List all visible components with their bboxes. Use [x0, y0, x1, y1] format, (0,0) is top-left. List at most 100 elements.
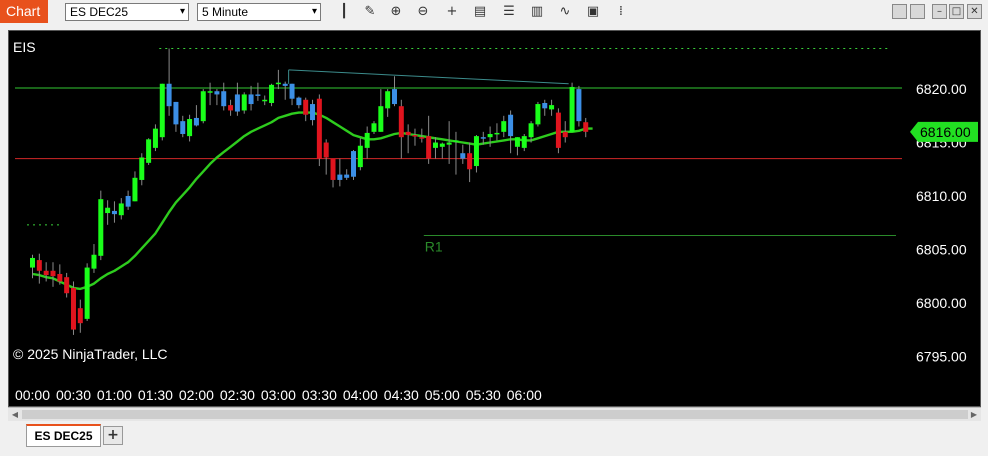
candle[interactable] [542, 99, 548, 116]
candle[interactable] [521, 133, 527, 152]
candle[interactable] [310, 99, 316, 126]
candle[interactable] [562, 121, 568, 143]
candle[interactable] [508, 110, 514, 154]
scroll-right-icon[interactable]: ▶ [968, 408, 980, 421]
candle[interactable] [316, 94, 322, 167]
trendline[interactable] [288, 69, 569, 85]
candle[interactable] [412, 128, 418, 146]
candle[interactable] [50, 262, 56, 287]
candle[interactable] [378, 89, 384, 132]
candle[interactable] [385, 89, 391, 117]
pencil-icon[interactable]: ✎ [361, 3, 379, 21]
scroll-thumb[interactable] [22, 410, 968, 419]
candle[interactable] [405, 124, 411, 154]
candle[interactable] [460, 144, 466, 164]
instrument-selector[interactable]: ES DEC25 ▾ [65, 3, 189, 21]
candle[interactable] [446, 121, 452, 164]
candle[interactable] [255, 82, 261, 101]
candle[interactable] [207, 82, 213, 106]
candle[interactable] [118, 198, 124, 220]
candle[interactable] [248, 85, 254, 111]
candle[interactable] [576, 85, 582, 127]
candle[interactable] [344, 169, 350, 180]
candle[interactable] [398, 99, 404, 159]
ema-line[interactable] [32, 111, 593, 291]
candle[interactable] [501, 115, 507, 138]
candle[interactable] [303, 97, 309, 122]
candle[interactable] [426, 115, 432, 164]
candle[interactable] [214, 89, 220, 106]
candle[interactable] [77, 299, 83, 333]
maximize-button[interactable]: □ [949, 4, 964, 19]
candle[interactable] [583, 117, 589, 138]
candle[interactable] [262, 95, 268, 106]
candle[interactable] [555, 108, 561, 154]
candle[interactable] [125, 190, 131, 210]
candle[interactable] [241, 92, 247, 114]
candle[interactable] [221, 82, 227, 111]
strategies-icon[interactable]: ∿ [556, 3, 574, 21]
candle[interactable] [439, 142, 445, 159]
grid-menu-icon[interactable]: ⁞ [612, 3, 630, 21]
candle[interactable] [146, 138, 152, 165]
candle[interactable] [193, 105, 199, 127]
candle[interactable] [569, 82, 575, 132]
data-box-icon[interactable]: ▤ [471, 3, 489, 21]
candle[interactable] [549, 99, 555, 116]
templates-icon[interactable]: ▣ [584, 3, 602, 21]
candle[interactable] [364, 126, 370, 159]
candle[interactable] [91, 244, 97, 273]
candle[interactable] [173, 101, 179, 132]
candle[interactable] [70, 281, 76, 335]
candle[interactable] [84, 263, 90, 322]
tab-es-dec25[interactable]: ES DEC25 [26, 424, 101, 447]
zoom-out-icon[interactable]: ⊖ [414, 3, 432, 21]
candle[interactable] [337, 158, 343, 187]
candle[interactable] [296, 96, 302, 109]
candle[interactable] [275, 69, 281, 90]
candle[interactable] [351, 150, 357, 180]
candle[interactable] [180, 115, 186, 138]
horizontal-scrollbar[interactable]: ◀ ▶ [8, 407, 981, 421]
minimize-button[interactable]: – [932, 4, 947, 19]
candle[interactable] [200, 89, 206, 124]
candle[interactable] [105, 200, 111, 225]
indicators-icon[interactable]: ▥ [528, 3, 546, 21]
candle[interactable] [228, 99, 234, 116]
candle[interactable] [473, 135, 479, 173]
candle[interactable] [391, 76, 397, 107]
candle[interactable] [330, 158, 336, 188]
price-chart[interactable]: R1 6820.006815.006810.006805.006800.0067… [9, 31, 980, 406]
properties-icon[interactable]: ☰ [500, 3, 518, 21]
candle[interactable] [152, 124, 158, 152]
zoom-in-icon[interactable]: ⊕ [387, 3, 405, 21]
add-tab-button[interactable]: + [103, 426, 123, 445]
chart-panel[interactable]: R1 6820.00 6815.00 6810.00 6805.00 6800.00 67… [8, 30, 981, 407]
candle[interactable] [187, 114, 193, 142]
candle[interactable] [166, 48, 172, 116]
candle[interactable] [514, 137, 520, 156]
crosshair-icon[interactable]: + [443, 3, 461, 21]
candle[interactable] [139, 153, 145, 186]
candle[interactable] [323, 139, 329, 175]
candle[interactable] [494, 123, 500, 141]
bar-type-icon[interactable]: ┃ [335, 3, 353, 21]
candle[interactable] [357, 138, 363, 171]
interval-selector[interactable]: 5 Minute ▾ [197, 3, 321, 21]
minimize-gray-button[interactable] [892, 4, 907, 19]
candle[interactable] [432, 137, 438, 159]
candle[interactable] [282, 81, 288, 100]
close-button[interactable]: ✕ [967, 4, 982, 19]
candle[interactable] [453, 131, 459, 175]
restore-button[interactable] [910, 4, 925, 19]
chart-menu-button[interactable]: Chart [0, 0, 48, 23]
candle[interactable] [64, 272, 70, 298]
candle[interactable] [289, 83, 295, 106]
candle[interactable] [98, 190, 104, 261]
candle[interactable] [535, 101, 541, 127]
candle[interactable] [371, 121, 377, 134]
candle[interactable] [132, 171, 138, 202]
candle[interactable] [269, 83, 275, 107]
scroll-left-icon[interactable]: ◀ [9, 408, 21, 421]
candle[interactable] [467, 142, 473, 183]
